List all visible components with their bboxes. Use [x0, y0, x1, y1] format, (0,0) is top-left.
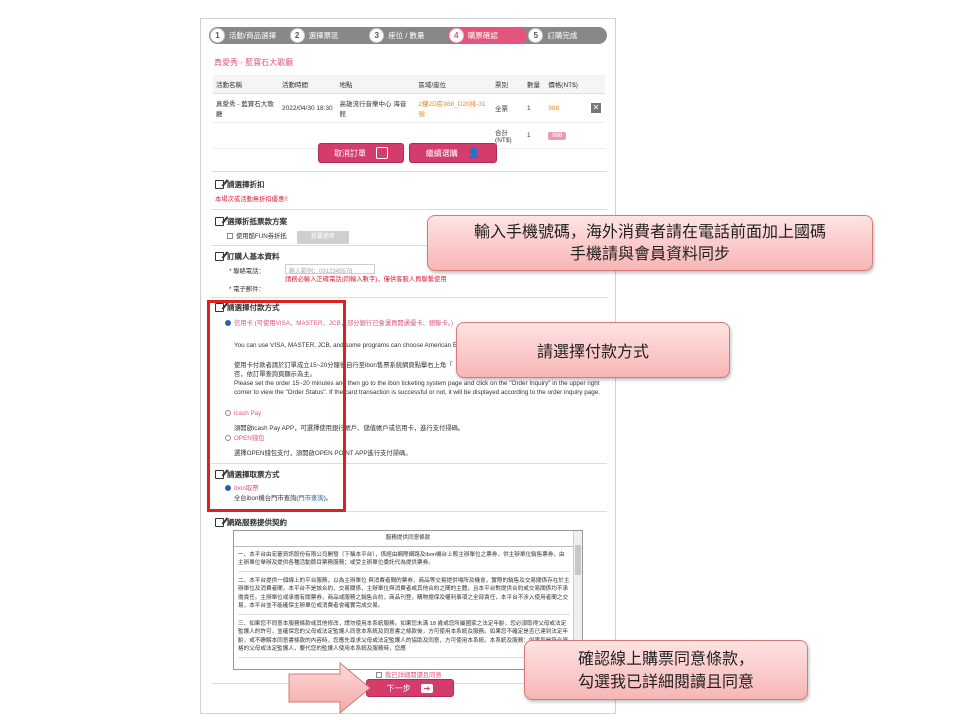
continue-shopping-button[interactable]: 繼續選購 👤: [409, 143, 497, 163]
cell-seat: 2樓2D區988_D20排-31號: [415, 93, 493, 123]
step-label: 訂購完成: [547, 31, 578, 40]
confirm-callout-line-2: 勾選我已詳細閱讀且同意: [577, 672, 754, 691]
cancel-order-label: 取消訂單: [334, 148, 366, 158]
section-title-text: 請選擇折扣: [227, 180, 265, 189]
column-header: 地點: [336, 75, 416, 94]
agree-label: 我已詳細閱讀且同意: [385, 672, 442, 679]
table-row: 真愛秀 - 藍寶石大歌廳 2022/04/30 18:30 高雄流行音樂中心 海…: [213, 93, 605, 123]
contract-section-title: 網路服務提供契約: [215, 517, 287, 528]
progress-steps: 1 活動/商品選擇 2 選擇票區 3 座位 / 數量 4 購票確認 5 訂購完成: [209, 27, 607, 44]
step-label: 座位 / 數量: [388, 31, 425, 40]
divider: [211, 171, 607, 172]
offset-section-title: 選擇折抵票款方案: [215, 216, 287, 227]
cell-event-name: 真愛秀 - 藍寶石大歌廳: [213, 93, 280, 123]
column-header: 活動時間: [279, 75, 337, 94]
terms-paragraph: 二、本平台提供一個線上的平台服務，以為主辦單位 與消費者間的票券，商品等交易提供…: [238, 577, 570, 615]
next-step-button[interactable]: 下一步 ➔: [366, 679, 454, 697]
section-title-text: 網路服務提供契約: [227, 518, 287, 527]
discount-note: 本場次或活動無折扣優惠!!: [215, 196, 288, 203]
step-label: 購票確認: [467, 31, 498, 40]
coupon-checkbox[interactable]: [227, 233, 233, 240]
step-5: 5 訂購完成: [527, 27, 607, 44]
column-header: 數量: [524, 75, 546, 94]
cell-price: 988: [545, 93, 588, 123]
edit-icon: [215, 217, 224, 226]
continue-shopping-label: 繼續選購: [425, 148, 458, 158]
cell-quantity: 1: [524, 93, 546, 123]
step-2: 2 選擇票區: [289, 27, 369, 44]
edit-icon: [215, 252, 224, 261]
total-price-cell: 988: [545, 122, 588, 149]
cell-venue: 高雄流行音樂中心 海音館: [336, 93, 416, 123]
total-price: 988: [548, 132, 567, 140]
step-label: 選擇票區: [308, 31, 339, 40]
scrollbar-thumb[interactable]: [575, 545, 581, 575]
column-header: 活動名稱: [213, 75, 280, 94]
phone-label: * 聯絡電話：: [229, 268, 265, 275]
event-title: 真愛秀 - 藍寶石大歌廳: [214, 58, 294, 67]
terms-title: 服務提供同意條款: [234, 531, 582, 547]
table-header-row: 活動名稱 活動時間 地點 區域/座位 票別 數量 價格(NT$): [213, 75, 605, 94]
edit-icon: [215, 518, 224, 527]
next-step-label: 下一步: [386, 683, 411, 693]
cell-empty: [213, 122, 280, 149]
total-quantity: 1: [524, 122, 546, 149]
step-1: 1 活動/商品選擇: [209, 27, 289, 44]
phone-callout-line-2: 手機請與會員資料同步: [569, 244, 730, 263]
payment-highlight-box: [207, 300, 346, 512]
cancel-order-button[interactable]: 取消訂單: [318, 143, 404, 163]
cell-empty: [587, 122, 605, 149]
email-label: * 電子郵件：: [229, 286, 265, 293]
phone-callout-line-1: 輸入手機號碼，海外消費者請在電話前面加上國碼: [473, 222, 826, 241]
cell-ticket-type: 全票: [492, 93, 524, 123]
step-number: 3: [369, 28, 385, 43]
step-3: 3 座位 / 數量: [368, 27, 448, 44]
step-number: 1: [210, 28, 225, 43]
step-4: 4 購票確認: [447, 27, 528, 44]
phone-warning: 請務必輸入正確電話(同輸入數字)，僅供客服人員聯繫使用: [285, 276, 447, 283]
arrow-right-icon: ➔: [420, 683, 434, 693]
step-number: 2: [289, 28, 305, 43]
edit-icon: [215, 180, 224, 189]
column-header-empty: [587, 75, 605, 94]
offset-option: 使用酷FUN券折抵 我要使用: [227, 231, 349, 244]
trash-icon: [376, 147, 388, 159]
payment-callout-text: 請選擇付款方式: [536, 342, 649, 361]
offset-option-label: 使用酷FUN券折抵: [236, 233, 287, 240]
close-icon[interactable]: ✕: [590, 103, 601, 113]
section-title-text: 訂購人基本資料: [227, 252, 280, 261]
step-number: 5: [528, 28, 544, 43]
use-coupon-button[interactable]: 我要使用: [296, 231, 349, 244]
add-user-icon: 👤: [467, 147, 481, 159]
section-title-text: 選擇折抵票款方案: [227, 217, 287, 226]
divider: [211, 297, 607, 298]
cell-event-time: 2022/04/30 18:30: [279, 93, 337, 123]
confirm-callout: 確認線上購票同意條款， 勾選我已詳細閱讀且同意: [524, 640, 808, 700]
column-header: 區域/座位: [415, 75, 493, 94]
pointer-arrow-icon: [288, 662, 371, 714]
phone-input[interactable]: 輸入範例：0912345678: [285, 264, 375, 275]
confirm-callout-line-1: 確認線上購票同意條款，: [577, 649, 754, 668]
step-label: 活動/商品選擇: [229, 31, 277, 40]
terms-paragraph: 一、本平台由宏碁資訊股份有限公司開發（下稱本平台），係經由網際網路及ibon機台…: [238, 551, 570, 572]
discount-section-title: 請選擇折扣: [215, 179, 265, 190]
payment-callout: 請選擇付款方式: [456, 322, 730, 378]
phone-callout: 輸入手機號碼，海外消費者請在電話前面加上國碼 手機請與會員資料同步: [427, 215, 873, 271]
agree-checkbox[interactable]: [376, 672, 382, 679]
column-header: 票別: [492, 75, 524, 94]
ticket-table: 活動名稱 活動時間 地點 區域/座位 票別 數量 價格(NT$) 真愛秀 - 藍…: [213, 75, 605, 149]
cell-delete: ✕: [587, 93, 605, 123]
step-number: 4: [448, 28, 464, 43]
divider: [211, 209, 607, 210]
column-header: 價格(NT$): [545, 75, 588, 94]
buyer-section-title: 訂購人基本資料: [215, 251, 280, 262]
terms-paragraph: 三、如果您不同意本服務條款或其他修改，請勿使用本系統服務。如果您未滿 18 歲或…: [238, 620, 570, 658]
